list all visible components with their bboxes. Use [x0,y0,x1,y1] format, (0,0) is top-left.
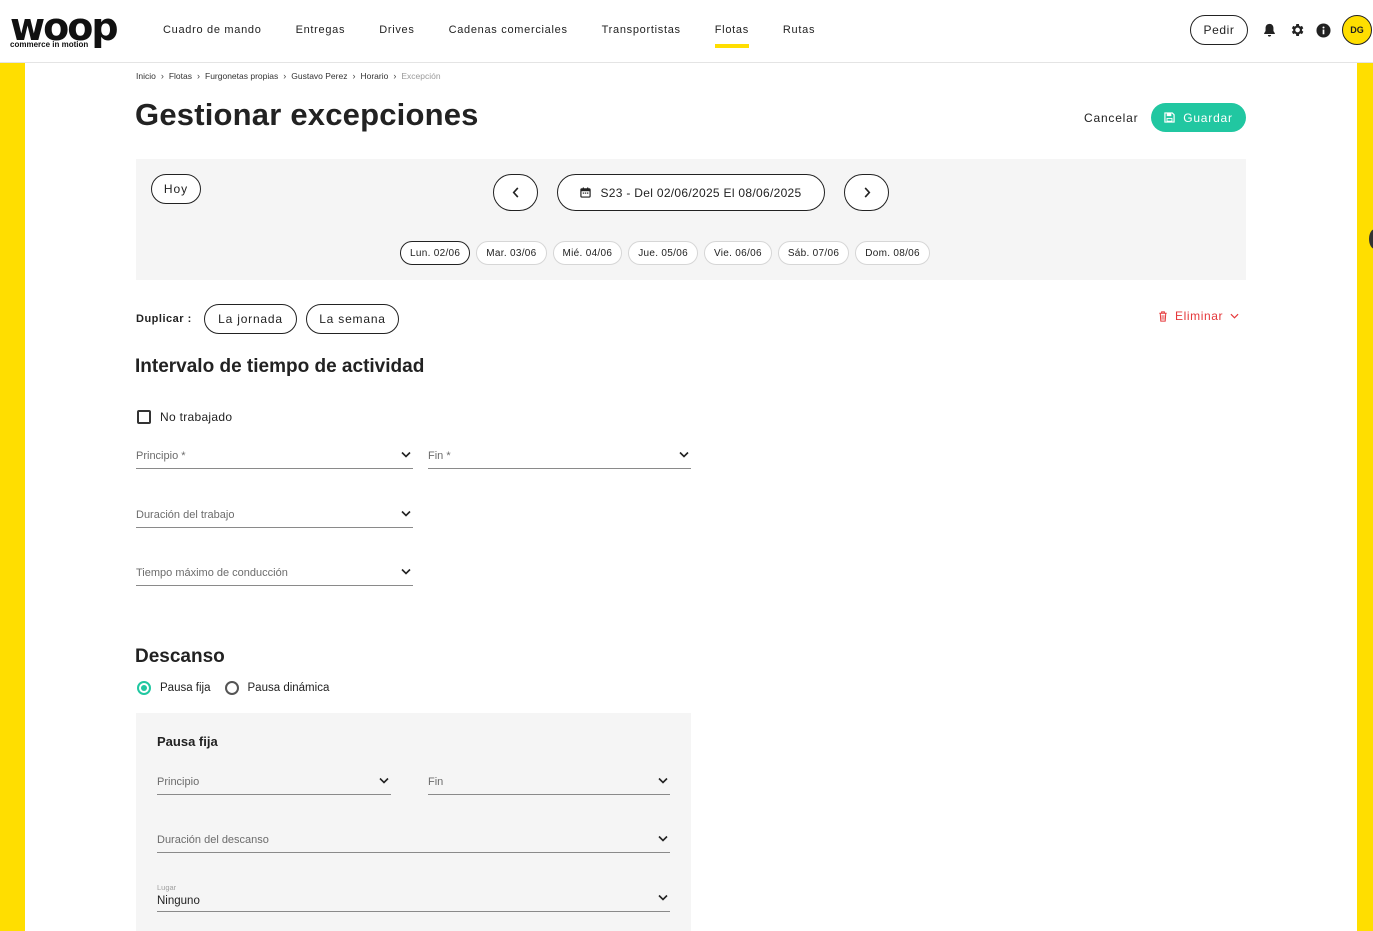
delete-label: Eliminar [1175,309,1224,323]
chevron-down-icon [379,777,389,784]
chevron-down-icon [401,451,411,458]
logo-tagline: commerce in motion [10,40,89,49]
logo-wordmark: woop [10,5,119,49]
save-button-label: Guardar [1183,110,1233,125]
chevron-down-icon [679,451,689,458]
week-range-picker[interactable]: S23 - Del 02/06/2025 El 08/06/2025 [557,174,825,211]
save-button[interactable]: Guardar [1151,103,1246,132]
fixed-break-label[interactable]: Pausa fija [160,682,211,694]
day-chip-thursday[interactable]: Jue. 05/06 [628,241,698,265]
breadcrumb-furgonetas[interactable]: Furgonetas propias [205,71,278,81]
next-week-button[interactable] [844,174,889,211]
breadcrumb-horario[interactable]: Horario [360,71,388,81]
break-start-label: Principio [157,776,200,788]
day-chip-friday[interactable]: Vie. 06/06 [703,241,772,265]
nav-item-entregas[interactable]: Entregas [279,0,363,62]
end-time-select[interactable]: Fin * [428,445,691,469]
break-end-select[interactable]: Fin [428,771,670,795]
fixed-break-card-title: Pausa fija [157,734,218,749]
top-nav-bar: woop commerce in motion Cuadro de mando … [0,0,1373,63]
chevron-right-icon: › [160,71,164,81]
start-time-label: Principio * [136,450,186,462]
breadcrumb-driver[interactable]: Gustavo Perez [291,71,347,81]
work-duration-label: Duración del trabajo [136,509,235,521]
main-panel: Inicio › Flotas › Furgonetas propias › G… [25,63,1357,931]
day-chip-saturday[interactable]: Sáb. 07/06 [777,241,850,265]
not-worked-label: No trabajado [160,410,233,424]
chevron-down-icon [1230,313,1239,319]
nav-item-cuadro-de-mando[interactable]: Cuadro de mando [146,0,279,62]
calendar-icon [580,187,592,198]
chevron-down-icon [401,568,411,575]
day-chip-wednesday[interactable]: Mié. 04/06 [552,241,623,265]
duplicate-week-button[interactable]: La semana [306,304,399,334]
day-chip-sunday[interactable]: Dom. 08/06 [855,241,930,265]
nav-actions: Pedir DG [1190,14,1373,46]
break-type-radio-group: Pausa fija Pausa dinámica [137,681,329,695]
dynamic-break-radio[interactable] [224,681,239,695]
bell-icon[interactable] [1260,20,1280,40]
nav-item-transportistas[interactable]: Transportistas [585,0,698,62]
day-chip-tuesday[interactable]: Mar. 03/06 [476,241,547,265]
day-chip-monday[interactable]: Lun. 02/06 [400,241,471,265]
page-title: Gestionar excepciones [135,97,479,132]
breadcrumb-current: Excepción [401,71,441,81]
break-place-label: Lugar [157,883,177,892]
chevron-right-icon: › [393,71,397,81]
start-time-select[interactable]: Principio * [136,445,413,469]
fixed-break-card: Pausa fija Principio Fin Duración del de… [136,713,691,931]
break-duration-label: Duración del descanso [157,834,269,846]
dynamic-break-label[interactable]: Pausa dinámica [248,682,330,694]
delete-dropdown[interactable]: Eliminar [1158,309,1239,323]
trash-icon [1159,310,1167,322]
main-nav: Cuadro de mando Entregas Drives Cadenas … [146,0,832,62]
cancel-button[interactable]: Cancelar [1084,111,1138,125]
duplicate-day-button[interactable]: La jornada [204,304,297,334]
break-place-select[interactable]: Lugar Ninguno [157,883,670,912]
duplicate-label: Duplicar : [136,313,192,325]
rest-section-title: Descanso [135,646,225,667]
side-scroll-handle[interactable] [1369,229,1373,249]
breadcrumb-flotas[interactable]: Flotas [169,71,192,81]
chevron-right-icon: › [283,71,287,81]
week-range-label: S23 - Del 02/06/2025 El 08/06/2025 [600,185,802,200]
user-avatar[interactable]: DG [1342,15,1372,45]
work-duration-select[interactable]: Duración del trabajo [136,504,413,528]
end-time-label: Fin * [428,450,451,462]
breadcrumb-inicio[interactable]: Inicio [136,71,156,81]
max-driving-time-select[interactable]: Tiempo máximo de conducción [136,562,413,586]
week-navigator: Hoy S23 - Del 02/06/2025 El 08/06/2025 L… [136,159,1246,280]
gear-icon[interactable] [1287,20,1307,40]
chevron-right-icon [864,187,870,198]
chevron-left-icon [512,187,518,198]
break-place-value: Ninguno [157,895,200,907]
chevron-right-icon: › [352,71,356,81]
chevron-down-icon [658,894,668,901]
nav-item-drives[interactable]: Drives [362,0,431,62]
previous-week-button[interactable] [493,174,538,211]
day-selector: Lun. 02/06 Mar. 03/06 Mié. 04/06 Jue. 05… [400,241,930,265]
chevron-down-icon [401,510,411,517]
woop-logo[interactable]: woop commerce in motion [10,5,120,52]
break-end-label: Fin [428,776,444,788]
chevron-right-icon: › [197,71,200,81]
order-button[interactable]: Pedir [1190,15,1248,45]
nav-item-flotas[interactable]: Flotas [698,0,766,62]
activity-section-title: Intervalo de tiempo de actividad [135,356,425,377]
nav-item-cadenas-comerciales[interactable]: Cadenas comerciales [432,0,585,62]
chevron-down-icon [658,835,668,842]
info-icon[interactable] [1314,20,1334,40]
nav-item-rutas[interactable]: Rutas [766,0,832,62]
breadcrumb: Inicio › Flotas › Furgonetas propias › G… [136,71,441,81]
break-duration-select[interactable]: Duración del descanso [157,829,670,853]
save-icon [1164,112,1175,123]
today-button[interactable]: Hoy [151,174,201,204]
break-start-select[interactable]: Principio [157,771,391,795]
max-driving-time-label: Tiempo máximo de conducción [136,567,288,579]
chevron-down-icon [658,777,668,784]
checkbox-box[interactable] [137,410,151,424]
fixed-break-radio[interactable] [137,681,151,695]
not-worked-checkbox[interactable]: No trabajado [137,410,232,424]
